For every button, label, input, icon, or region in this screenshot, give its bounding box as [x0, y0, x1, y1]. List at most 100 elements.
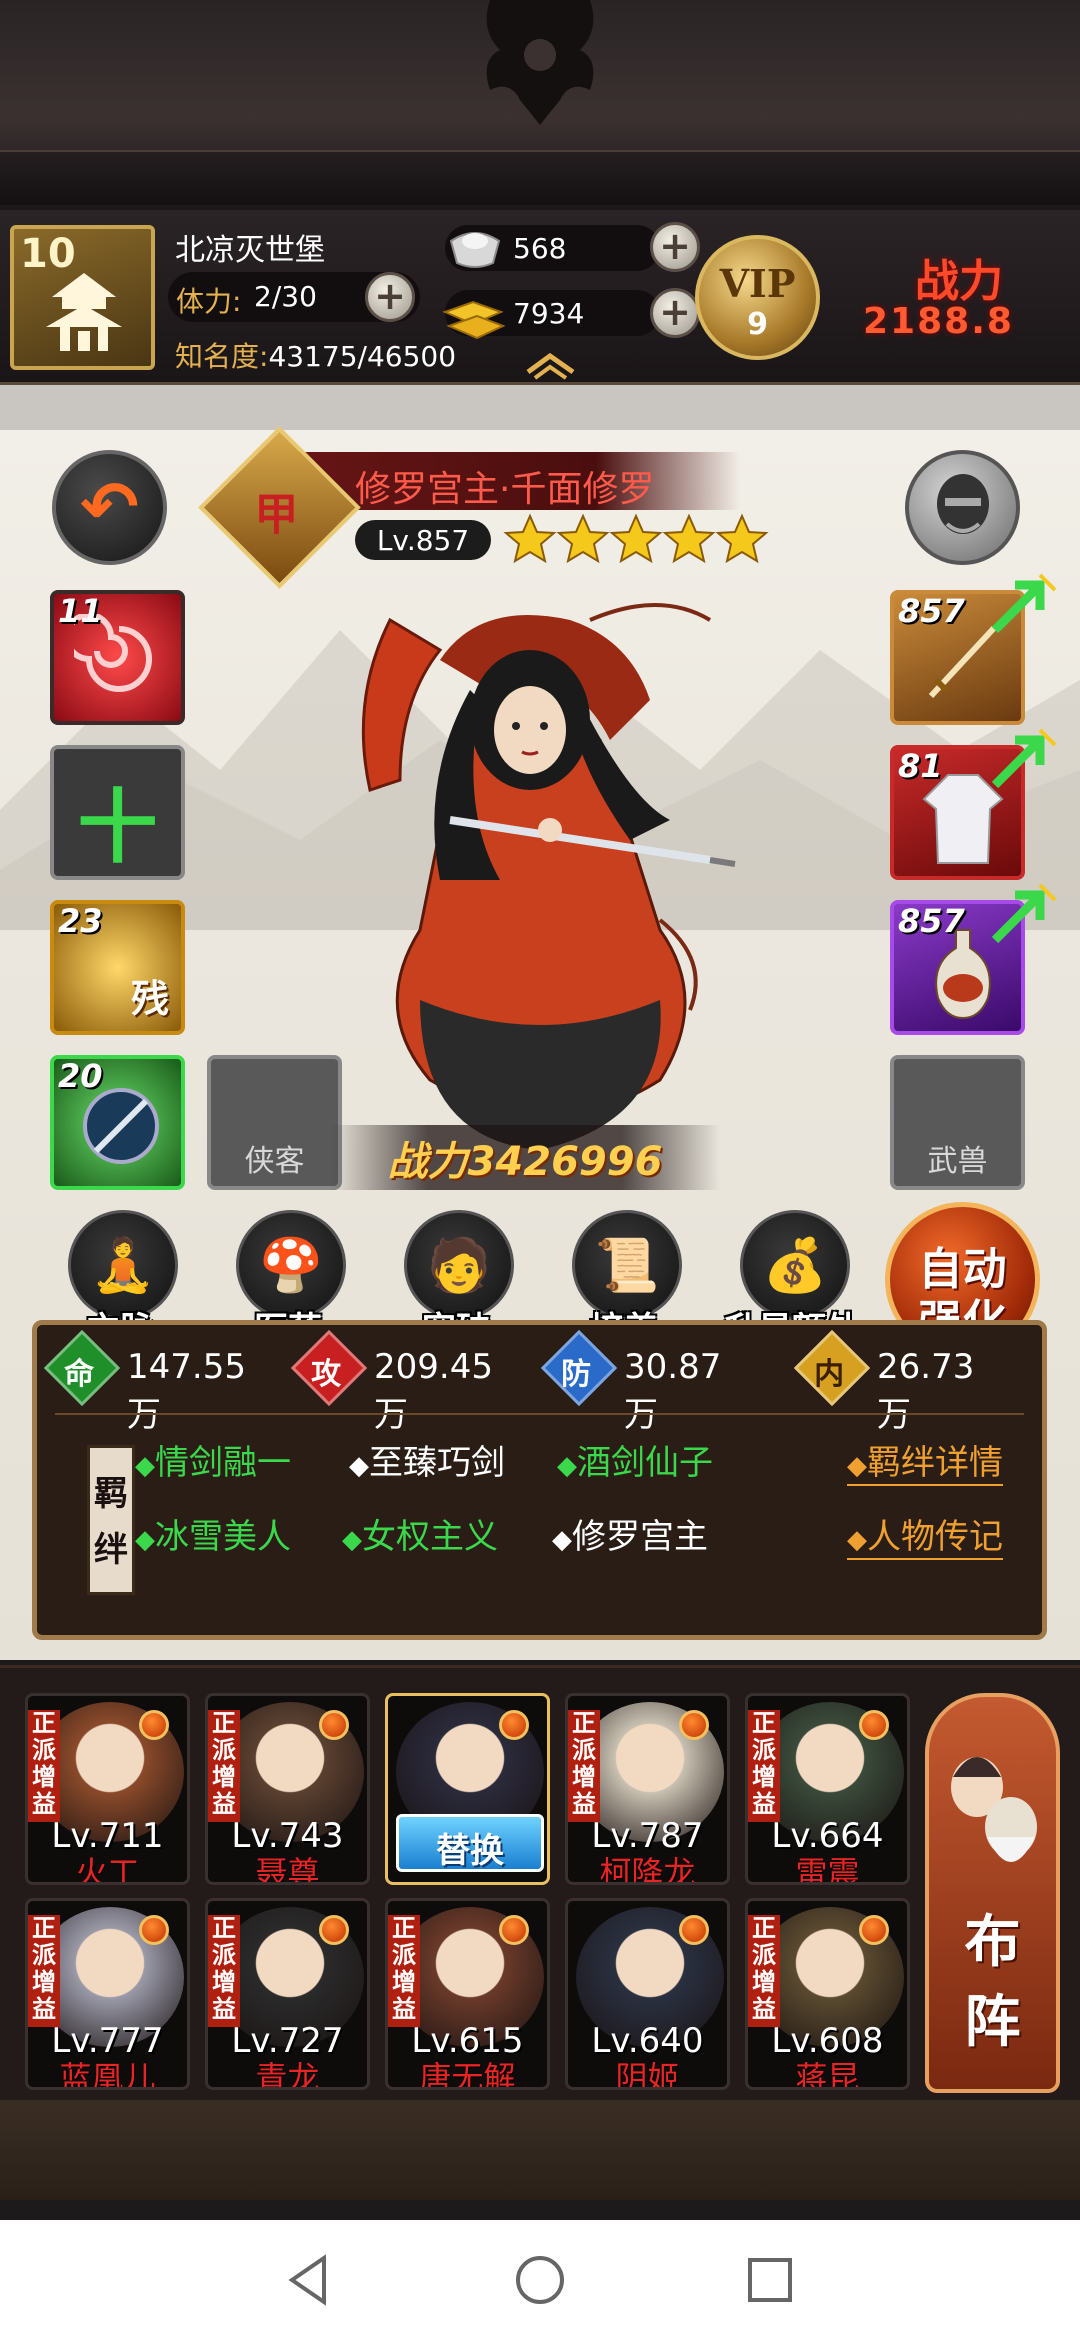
swap-button[interactable]: 替换 [396, 1814, 544, 1872]
roof-banner [0, 0, 1080, 210]
bond-tag: ◆修罗宫主 [552, 1517, 708, 1557]
add-silver-button[interactable]: + [650, 222, 700, 272]
player-name: 北凉灭世堡 [175, 233, 325, 268]
player-level-badge[interactable]: 10 [10, 225, 155, 370]
formation-portraits-icon [951, 1757, 1037, 1862]
star-icon [556, 513, 610, 564]
equip-level: 857 [898, 592, 965, 630]
roster-name: 蓝凰儿 [59, 2059, 156, 2090]
bond-tag: ◆女权主义 [342, 1517, 498, 1557]
star-icon [715, 513, 769, 564]
hero-title: 修罗宫主·千面修罗 [355, 469, 655, 510]
faction-bonus-badge: 正派增益 [28, 1915, 60, 2027]
stat-row: 命 147.55万 攻 209.45万 防 30.87万 内 26.73万 [37, 1329, 1042, 1435]
slot-level: 23 [58, 902, 103, 940]
stamina-label: 体力: [176, 285, 242, 318]
equip-level: 857 [898, 902, 965, 940]
formation-line1: 布 [964, 1910, 1021, 1975]
skill-slot-fragment[interactable]: 23 残 [50, 900, 185, 1035]
back-button[interactable]: ↶ [52, 450, 167, 565]
add-skill-slot[interactable]: 十 [50, 745, 185, 880]
beast-slot[interactable]: 武兽 [890, 1055, 1025, 1190]
hero-illustration [361, 603, 736, 1150]
upgrade-arrow-icon[interactable] [985, 725, 1060, 795]
hp-value: 147.55万 [127, 1347, 246, 1435]
gold-bars-icon [442, 300, 506, 340]
star-icon [609, 513, 663, 564]
element-orb-icon [679, 1710, 709, 1740]
total-power: 战力 2188.8 [855, 245, 1080, 355]
roster-card[interactable]: Lv.640 阴姬 [565, 1898, 730, 2090]
defense-icon: 防 [540, 1329, 618, 1407]
element-orb-icon [499, 1915, 529, 1945]
add-gold-button[interactable]: + [650, 288, 700, 338]
upgrade-arrow-icon[interactable] [985, 880, 1060, 950]
home-nav-icon[interactable] [508, 2248, 572, 2312]
roster-card[interactable]: 正派增益 Lv.743 聂尊 [205, 1693, 370, 1885]
hero-roster: 正派增益 Lv.711 火工正派增益 Lv.743 聂尊 替换正派增益 Lv.787 柯降龙正… [0, 1665, 1080, 2100]
recents-nav-icon[interactable] [738, 2248, 802, 2312]
system-nav-bar [0, 2220, 1080, 2340]
silver-ingot-icon [449, 232, 501, 268]
roster-card[interactable]: 正派增益 Lv.777 蓝凰儿 [25, 1898, 190, 2090]
bond-tag: ◆至臻巧剑 [349, 1443, 505, 1483]
fame-value: 43175/46500 [268, 340, 457, 373]
gold-bar: 7934 [442, 290, 660, 340]
add-stamina-button[interactable]: + [365, 272, 415, 322]
hp-icon: 命 [43, 1329, 121, 1407]
beast-label: 武兽 [927, 1144, 988, 1179]
silver-value: 568 [513, 232, 567, 265]
back-nav-icon[interactable] [278, 2248, 342, 2312]
formation-line2: 阵 [964, 1990, 1021, 2055]
skill-slot-sword-orb[interactable]: 20 [50, 1055, 185, 1190]
roster-card-selected[interactable]: 替换 [385, 1693, 550, 1885]
biography-link[interactable]: ◆人物传记 [847, 1509, 1003, 1560]
faction-bonus-badge: 正派增益 [28, 1710, 60, 1822]
element-orb-icon [139, 1915, 169, 1945]
divider [55, 1413, 1024, 1415]
roster-card[interactable]: 正派增益 Lv.787 柯降龙 [565, 1693, 730, 1885]
vip-label: VIP [719, 261, 796, 306]
roster-card[interactable]: 正派增益 Lv.727 青龙 [205, 1898, 370, 2090]
companion-label: 侠客 [244, 1144, 305, 1179]
hero-avatar-button[interactable] [905, 450, 1020, 565]
formation-button[interactable]: 布 阵 [925, 1693, 1060, 2093]
roof-beam [0, 150, 1080, 205]
slot-level: 20 [58, 1057, 103, 1095]
defense-value: 30.87万 [624, 1347, 722, 1435]
roof-crest-icon [486, 0, 594, 125]
element-orb-icon [499, 1710, 529, 1740]
vip-badge[interactable]: VIP 9 [695, 235, 820, 360]
bond-detail-link[interactable]: ◆羁绊详情 [847, 1435, 1003, 1486]
skill-slot-spiral[interactable]: 11 [50, 590, 185, 725]
hero-stars [503, 513, 769, 564]
bond-tag: ◆情剑融一 [135, 1443, 291, 1483]
faction-bonus-badge: 正派增益 [208, 1710, 240, 1822]
roster-card[interactable]: 正派增益 Lv.608 蒋昆 [745, 1898, 910, 2090]
hero-level-pill: Lv.857 [355, 520, 491, 560]
vip-level: 9 [747, 307, 768, 342]
bond-label-tag: 羁 绊 [87, 1445, 135, 1595]
roster-name: 阴姬 [615, 2059, 680, 2090]
back-arrow-icon: ↶ [80, 466, 139, 548]
gold-value: 7934 [513, 297, 585, 330]
bond-label-char2: 绊 [94, 1530, 128, 1570]
attribute-panel: 命 147.55万 攻 209.45万 防 30.87万 内 26.73万 羁 … [32, 1320, 1047, 1640]
faction-bonus-badge: 正派增益 [748, 1915, 780, 2027]
faction-bonus-badge: 正派增益 [388, 1915, 420, 2027]
attack-value: 209.45万 [374, 1347, 493, 1435]
roster-card[interactable]: 正派增益 Lv.615 唐无解 [385, 1898, 550, 2090]
equip-level: 81 [898, 747, 943, 785]
roster-card[interactable]: 正派增益 Lv.664 雷震 [745, 1693, 910, 1885]
roster-name: 火工 [75, 1854, 140, 1885]
swap-label: 替换 [436, 1831, 504, 1871]
faction-bonus-badge: 正派增益 [748, 1710, 780, 1822]
roster-name: 聂尊 [255, 1854, 320, 1885]
inner-value: 26.73万 [877, 1347, 975, 1435]
total-power-value: 2188.8 [863, 301, 1014, 342]
chevron-up-icon[interactable] [523, 350, 578, 380]
star-icon [503, 513, 557, 564]
upgrade-arrow-icon[interactable] [985, 570, 1060, 640]
roster-card[interactable]: 正派增益 Lv.711 火工 [25, 1693, 190, 1885]
companion-slot[interactable]: 侠客 [207, 1055, 342, 1190]
